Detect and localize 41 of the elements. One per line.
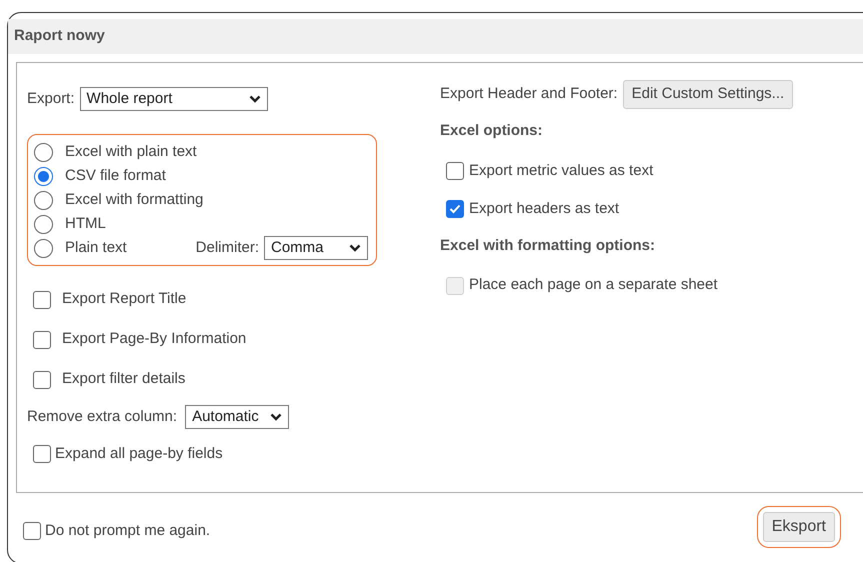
- checkbox[interactable]: [33, 370, 51, 388]
- checkbox[interactable]: [446, 200, 464, 218]
- dropdown[interactable]: Automatic: [185, 405, 290, 429]
- dropdown[interactable]: Whole report: [80, 87, 268, 111]
- radio-button[interactable]: [34, 142, 53, 162]
- export-label: Export:: [27, 88, 75, 109]
- chevron-icon: [270, 413, 282, 421]
- checkbox-label: Export Report Title: [62, 289, 186, 310]
- header-footer-label: Export Header and Footer:: [440, 84, 618, 104]
- checkbox-label: Export headers as text: [469, 198, 620, 219]
- section-heading: Excel options:: [440, 121, 544, 141]
- checkbox-label: Do not prompt me again.: [45, 520, 210, 541]
- checkbox-label: Export Page-By Information: [62, 329, 246, 350]
- remove-column-label: Remove extra column:: [27, 406, 178, 427]
- radio-button[interactable]: [34, 190, 53, 210]
- checkbox[interactable]: [23, 522, 41, 540]
- window-title: Raport nowy: [14, 26, 105, 46]
- radio-label: HTML: [65, 214, 106, 234]
- radio-label: CSV file format: [65, 166, 166, 186]
- chevron-icon: [349, 244, 361, 252]
- chevron-icon: [248, 95, 261, 103]
- checkbox[interactable]: [33, 330, 51, 348]
- radio-label: Excel with plain text: [65, 142, 197, 162]
- radio-button[interactable]: [34, 238, 53, 258]
- checkbox[interactable]: [33, 290, 51, 308]
- checkbox[interactable]: [33, 445, 51, 464]
- radio-label: Excel with formatting: [65, 190, 204, 210]
- checkmark-icon: [449, 204, 461, 214]
- section-heading: Excel with formatting options:: [440, 236, 656, 256]
- checkbox-label: Export metric values as text: [469, 160, 654, 181]
- checkbox[interactable]: [446, 162, 464, 180]
- radio-label: Plain text: [65, 238, 127, 258]
- dropdown[interactable]: Comma: [264, 236, 368, 260]
- checkbox-label: Expand all page-by fields: [55, 444, 223, 464]
- checkbox-label: Export filter details: [62, 369, 186, 390]
- radio-button[interactable]: [34, 166, 53, 186]
- export-button[interactable]: Eksport: [762, 512, 835, 542]
- edit-settings-button[interactable]: Edit Custom Settings...: [622, 80, 794, 109]
- checkbox-label: Place each page on a separate sheet: [469, 275, 718, 296]
- delimiter-label: Delimiter:: [196, 238, 259, 258]
- radio-button[interactable]: [34, 214, 53, 234]
